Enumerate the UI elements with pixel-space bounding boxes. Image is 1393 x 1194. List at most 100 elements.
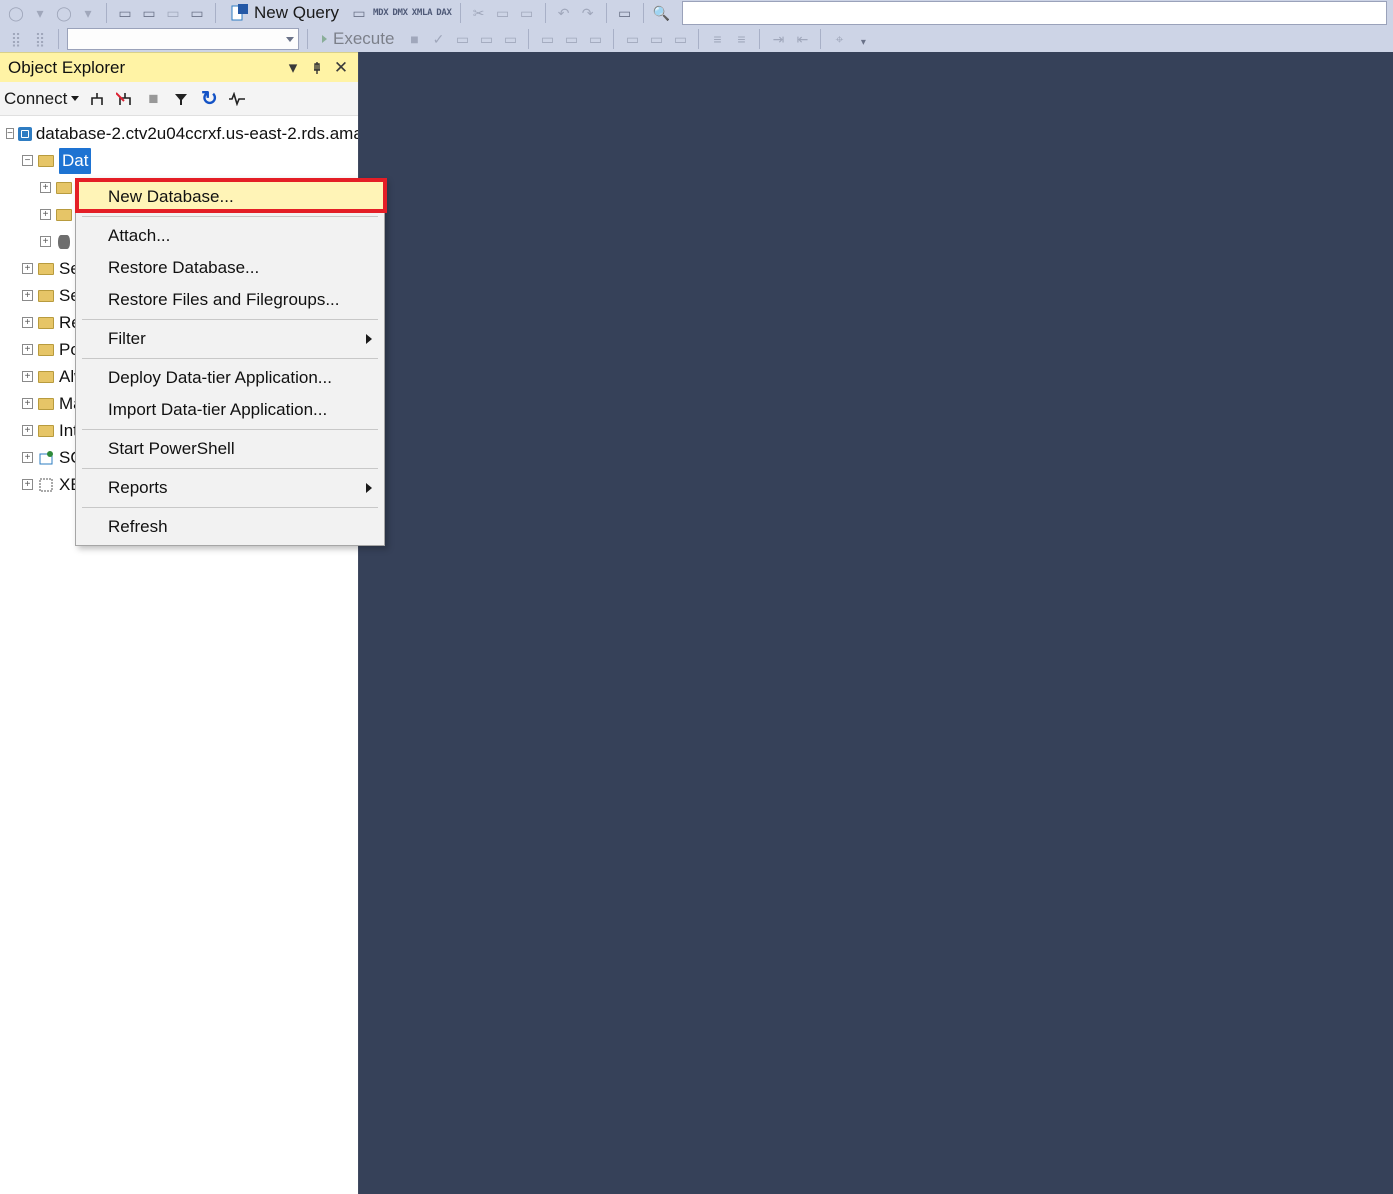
copy-icon[interactable]: ▭ — [493, 3, 513, 23]
menu-label: New Database... — [108, 187, 234, 207]
databases-label: Dat — [59, 148, 91, 174]
menu-deploy-dac[interactable]: Deploy Data-tier Application... — [76, 362, 384, 394]
indent-icon[interactable]: ⇥ — [768, 29, 788, 49]
connect-icon[interactable] — [87, 89, 107, 109]
folder-icon — [37, 342, 55, 358]
refresh-icon[interactable]: ↻ — [199, 89, 219, 109]
menu-divider — [82, 216, 378, 217]
tree-databases-node[interactable]: − Dat — [4, 147, 358, 174]
results-grid-icon[interactable]: ▭ — [622, 29, 642, 49]
menu-start-powershell[interactable]: Start PowerShell — [76, 433, 384, 465]
menu-restore-files[interactable]: Restore Files and Filegroups... — [76, 284, 384, 316]
collapse-icon[interactable]: − — [22, 155, 33, 166]
new-icon[interactable]: ▭ — [115, 3, 135, 23]
collapse-icon[interactable]: − — [6, 128, 14, 139]
expand-icon[interactable]: + — [22, 425, 33, 436]
connect-label: Connect — [4, 89, 67, 109]
results-text-icon[interactable]: ▭ — [646, 29, 666, 49]
parse-icon[interactable]: ✓ — [428, 29, 448, 49]
expand-icon[interactable]: + — [22, 479, 33, 490]
expand-icon[interactable]: + — [22, 263, 33, 274]
expand-icon[interactable]: + — [22, 452, 33, 463]
panel-dropdown-icon[interactable]: ▾ — [284, 59, 302, 77]
new-query-button[interactable]: New Query — [224, 3, 345, 23]
redo-icon[interactable]: ↷ — [578, 3, 598, 23]
open-icon[interactable]: ▭ — [139, 3, 159, 23]
panel-close-icon[interactable]: ✕ — [332, 59, 350, 77]
saveall-icon[interactable]: ▭ — [187, 3, 207, 23]
connect-dropdown[interactable]: Connect — [4, 89, 79, 109]
menu-import-dac[interactable]: Import Data-tier Application... — [76, 394, 384, 426]
activity-icon[interactable] — [227, 89, 247, 109]
nav-fwd-icon[interactable]: ◯ — [54, 3, 74, 23]
server-icon — [18, 126, 32, 142]
expand-icon[interactable]: + — [22, 398, 33, 409]
stop-icon[interactable]: ■ — [143, 89, 163, 109]
object-explorer-toolbar: Connect ■ ↻ — [0, 82, 358, 116]
object-explorer-titlebar: Object Explorer ▾ ✕ — [0, 52, 358, 82]
find-icon[interactable]: 🔍 — [652, 3, 672, 23]
expand-icon[interactable]: + — [40, 182, 51, 193]
debug-icon[interactable]: ⣿ — [6, 29, 26, 49]
search-input[interactable] — [682, 1, 1387, 25]
filter-icon[interactable] — [171, 89, 191, 109]
overflow-caret-icon[interactable]: ▾ — [853, 32, 873, 52]
object-explorer-title: Object Explorer — [8, 58, 125, 78]
tree-server-node[interactable]: −database-2.ctv2u04ccrxf.us-east-2.rds.a… — [4, 120, 358, 147]
expand-icon[interactable]: + — [40, 236, 51, 247]
menu-attach[interactable]: Attach... — [76, 220, 384, 252]
database-icon — [55, 234, 73, 250]
grid1-icon[interactable]: ▭ — [537, 29, 557, 49]
cut-icon[interactable]: ✂ — [469, 3, 489, 23]
plan3-icon[interactable]: ▭ — [500, 29, 520, 49]
uncomment-icon[interactable]: ≡ — [731, 29, 751, 49]
expand-icon[interactable]: + — [22, 290, 33, 301]
folder-icon — [37, 423, 55, 439]
nav-back-icon[interactable]: ◯ — [6, 3, 26, 23]
stop-icon[interactable]: ■ — [404, 29, 424, 49]
toolbar-separator — [643, 3, 644, 23]
menu-label: Refresh — [108, 517, 168, 537]
plan2-icon[interactable]: ▭ — [476, 29, 496, 49]
folder-icon — [55, 180, 73, 196]
paste-icon[interactable]: ▭ — [517, 3, 537, 23]
save-icon[interactable]: ▭ — [163, 3, 183, 23]
toolbar-separator — [58, 29, 59, 49]
dax-button[interactable]: DAX — [436, 8, 451, 18]
query-template-icon[interactable]: ▭ — [349, 3, 369, 23]
menu-restore-database[interactable]: Restore Database... — [76, 252, 384, 284]
execute-button[interactable]: Execute — [316, 29, 400, 49]
menu-label: Restore Files and Filegroups... — [108, 290, 340, 310]
play-icon — [322, 35, 327, 43]
results-file-icon[interactable]: ▭ — [670, 29, 690, 49]
nav-fwd-caret-icon[interactable]: ▾ — [78, 3, 98, 23]
database-combo[interactable] — [67, 28, 299, 50]
props-icon[interactable]: ▭ — [615, 3, 635, 23]
menu-filter[interactable]: Filter — [76, 323, 384, 355]
menu-new-database[interactable]: New Database... — [76, 181, 384, 213]
mdx-button[interactable]: MDX — [373, 8, 388, 18]
panel-pin-icon[interactable] — [308, 59, 326, 77]
debug2-icon[interactable]: ⣿ — [30, 29, 50, 49]
plan1-icon[interactable]: ▭ — [452, 29, 472, 49]
expand-icon[interactable]: + — [40, 209, 51, 220]
folder-icon — [37, 369, 55, 385]
specify-icon[interactable]: ⌖ — [829, 29, 849, 49]
outdent-icon[interactable]: ⇤ — [792, 29, 812, 49]
xmla-button[interactable]: XMLA — [412, 8, 432, 18]
undo-icon[interactable]: ↶ — [554, 3, 574, 23]
toolbar-separator — [545, 3, 546, 23]
disconnect-icon[interactable] — [115, 89, 135, 109]
nav-back-caret-icon[interactable]: ▾ — [30, 3, 50, 23]
expand-icon[interactable]: + — [22, 344, 33, 355]
dmx-button[interactable]: DMX — [392, 8, 407, 18]
grid3-icon[interactable]: ▭ — [585, 29, 605, 49]
menu-divider — [82, 429, 378, 430]
expand-icon[interactable]: + — [22, 371, 33, 382]
expand-icon[interactable]: + — [22, 317, 33, 328]
menu-refresh[interactable]: Refresh — [76, 511, 384, 543]
comment-icon[interactable]: ≡ — [707, 29, 727, 49]
menu-reports[interactable]: Reports — [76, 472, 384, 504]
grid2-icon[interactable]: ▭ — [561, 29, 581, 49]
menu-label: Import Data-tier Application... — [108, 400, 327, 420]
